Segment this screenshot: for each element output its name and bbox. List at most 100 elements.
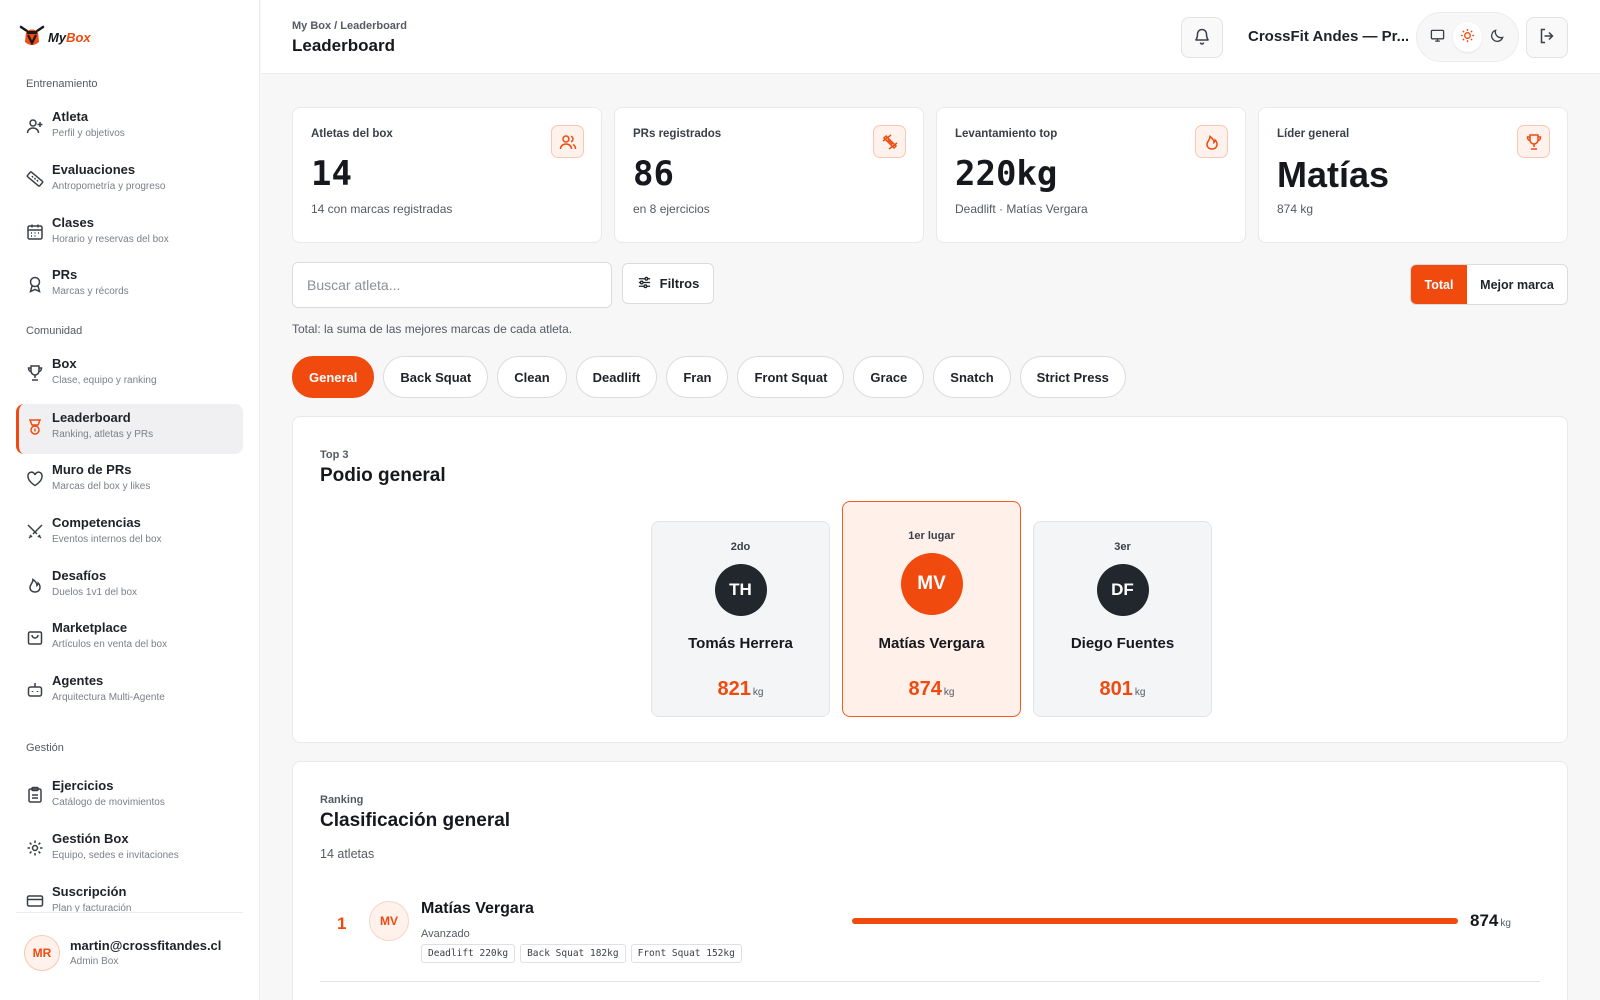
sidebar-item-sub: Clase, equipo y ranking [52, 375, 157, 386]
sidebar-item-sub: Marcas del box y likes [52, 481, 151, 492]
stat-card-leader: Líder general Matías 874 kg [1258, 107, 1568, 243]
swords-icon [26, 523, 44, 541]
sidebar-item-muro-de-prs[interactable]: Muro de PRs Marcas del box y likes [16, 456, 243, 506]
sidebar-item-box[interactable]: Box Clase, equipo y ranking [16, 350, 243, 400]
bell-icon [1193, 27, 1211, 48]
user-account[interactable]: MR martin@crossfitandes.cl Admin Box [16, 912, 243, 992]
sidebar-item-label: Agentes [52, 673, 104, 688]
sidebar-item-sub: Horario y reservas del box [52, 234, 169, 245]
avatar: DF [1096, 564, 1149, 616]
table-row[interactable]: 1 MV Matías Vergara Avanzado Deadlift 22… [320, 882, 1540, 982]
sidebar-item-atleta[interactable]: Atleta Perfil y objetivos [16, 103, 243, 153]
gear-icon [26, 839, 44, 857]
chip-strict-press[interactable]: Strict Press [1019, 356, 1126, 398]
podium-name: Matías Vergara [878, 635, 985, 652]
chip-deadlift[interactable]: Deadlift [575, 356, 658, 398]
podium-third[interactable]: 3er DF Diego Fuentes 801 kg [1033, 521, 1212, 717]
heart-icon [26, 470, 44, 488]
stat-label: PRs registrados [633, 128, 722, 140]
podium-position: 3er [1114, 541, 1131, 553]
sidebar-item-label: Suscripción [52, 884, 127, 899]
pr-tag: Front Squat 152kg [630, 944, 742, 963]
podium-position: 2do [730, 541, 751, 553]
sidebar-item-label: Evaluaciones [52, 162, 136, 177]
sidebar-item-sub: Marcas y récords [52, 286, 129, 297]
ranking-eyebrow: Ranking [320, 794, 364, 806]
sidebar-item-leaderboard[interactable]: Leaderboard Ranking, atletas y PRs [16, 404, 243, 454]
sidebar-item-gestion-box[interactable]: Gestión Box Equipo, sedes e invitaciones [16, 825, 243, 875]
stat-sub: en 8 ejercicios [633, 202, 710, 216]
athlete-total: 874 kg [1470, 911, 1511, 930]
monitor-icon [1430, 28, 1445, 46]
flame-icon [1195, 125, 1228, 158]
stat-label: Levantamiento top [955, 128, 1058, 140]
sidebar-item-sub: Plan y facturación [52, 903, 132, 912]
sidebar-item-marketplace[interactable]: Marketplace Artículos en venta del box [16, 614, 243, 664]
athlete-name: Matías Vergara [421, 900, 534, 917]
sidebar-item-agentes[interactable]: Agentes Arquitectura Multi-Agente [16, 667, 243, 717]
chip-front-squat[interactable]: Front Squat [737, 356, 845, 398]
filters-label: Filtros [659, 276, 700, 291]
podium-first[interactable]: 1er lugar MV Matías Vergara 874 kg [842, 501, 1021, 717]
sidebar-item-sub: Antropometría y progreso [52, 181, 166, 192]
sidebar-item-sub: Equipo, sedes e invitaciones [52, 850, 179, 861]
user-plus-icon [26, 117, 44, 135]
sidebar-item-ejercicios[interactable]: Ejercicios Catálogo de movimientos [16, 772, 243, 822]
pr-tags: Deadlift 220kg Back Squat 182kg Front Sq… [421, 944, 742, 963]
kettlebell-logo-icon [18, 22, 46, 53]
score-progress-bar [852, 918, 1458, 924]
notifications-button[interactable] [1181, 17, 1223, 58]
box-selector[interactable]: CrossFit Andes — Pr... [1248, 28, 1408, 45]
nav-section-title: Gestión [26, 742, 64, 754]
logout-button[interactable] [1526, 17, 1568, 58]
podium-score: 801 kg [1099, 678, 1146, 700]
podium-second[interactable]: 2do TH Tomás Herrera 821 kg [651, 521, 830, 717]
sidebar-item-competencias[interactable]: Competencias Eventos internos del box [16, 509, 243, 559]
theme-dark-button[interactable] [1482, 22, 1512, 52]
chip-general[interactable]: General [292, 356, 375, 398]
podium-score: 874 kg [908, 678, 955, 700]
mode-best-mark-button[interactable]: Mejor marca [1467, 265, 1567, 304]
chip-clean[interactable]: Clean [497, 356, 567, 398]
sidebar-item-sub: Ranking, atletas y PRs [52, 429, 154, 440]
sidebar-item-sub: Perfil y objetivos [52, 128, 125, 139]
logout-icon [1538, 27, 1556, 48]
sidebar-item-prs[interactable]: PRs Marcas y récords [16, 261, 243, 311]
stat-value: 14 [311, 154, 352, 194]
avatar: TH [714, 564, 767, 616]
chip-grace[interactable]: Grace [853, 356, 925, 398]
user-email: martin@crossfitandes.cl [70, 938, 222, 953]
stat-value: Matías [1277, 154, 1390, 195]
sidebar-item-sub: Catálogo de movimientos [52, 797, 165, 808]
top-bar: My Box / Leaderboard Leaderboard CrossFi… [261, 0, 1600, 74]
podium-position: 1er lugar [908, 530, 955, 542]
trophy-icon [26, 364, 44, 382]
sidebar-item-label: Muro de PRs [52, 462, 132, 477]
chip-fran[interactable]: Fran [666, 356, 729, 398]
stat-sub: 14 con marcas registradas [311, 202, 453, 216]
sidebar-item-label: Atleta [52, 109, 89, 124]
filters-button[interactable]: Filtros [622, 263, 714, 304]
pr-tag: Deadlift 220kg [421, 944, 516, 963]
exercise-filter-chips: General Back Squat Clean Deadlift Fran F… [292, 356, 1126, 398]
sidebar-item-label: Desafíos [52, 568, 107, 583]
brand-logo[interactable]: MyBox [18, 22, 91, 53]
stat-value: 86 [633, 154, 674, 194]
theme-system-button[interactable] [1423, 22, 1453, 52]
sidebar-item-clases[interactable]: Clases Horario y reservas del box [16, 209, 243, 259]
shopping-bag-icon [26, 628, 44, 646]
sidebar-item-suscripcion[interactable]: Suscripción Plan y facturación [16, 878, 243, 912]
theme-light-button[interactable] [1452, 22, 1483, 52]
search-input[interactable] [292, 262, 612, 308]
pr-tag: Back Squat 182kg [520, 944, 626, 963]
sidebar-item-desafios[interactable]: Desafíos Duelos 1v1 del box [16, 562, 243, 612]
sidebar-item-evaluaciones[interactable]: Evaluaciones Antropometría y progreso [16, 156, 243, 206]
mode-total-button[interactable]: Total [1411, 265, 1467, 304]
chip-snatch[interactable]: Snatch [933, 356, 1011, 398]
chip-back-squat[interactable]: Back Squat [383, 356, 489, 398]
mode-hint: Total: la suma de las mejores marcas de … [292, 322, 573, 336]
ranking-panel: Ranking Clasificación general 14 atletas… [292, 761, 1568, 1000]
trophy-icon [1517, 125, 1550, 158]
flame-icon [26, 576, 44, 594]
ranking-title: Clasificación general [320, 810, 511, 831]
